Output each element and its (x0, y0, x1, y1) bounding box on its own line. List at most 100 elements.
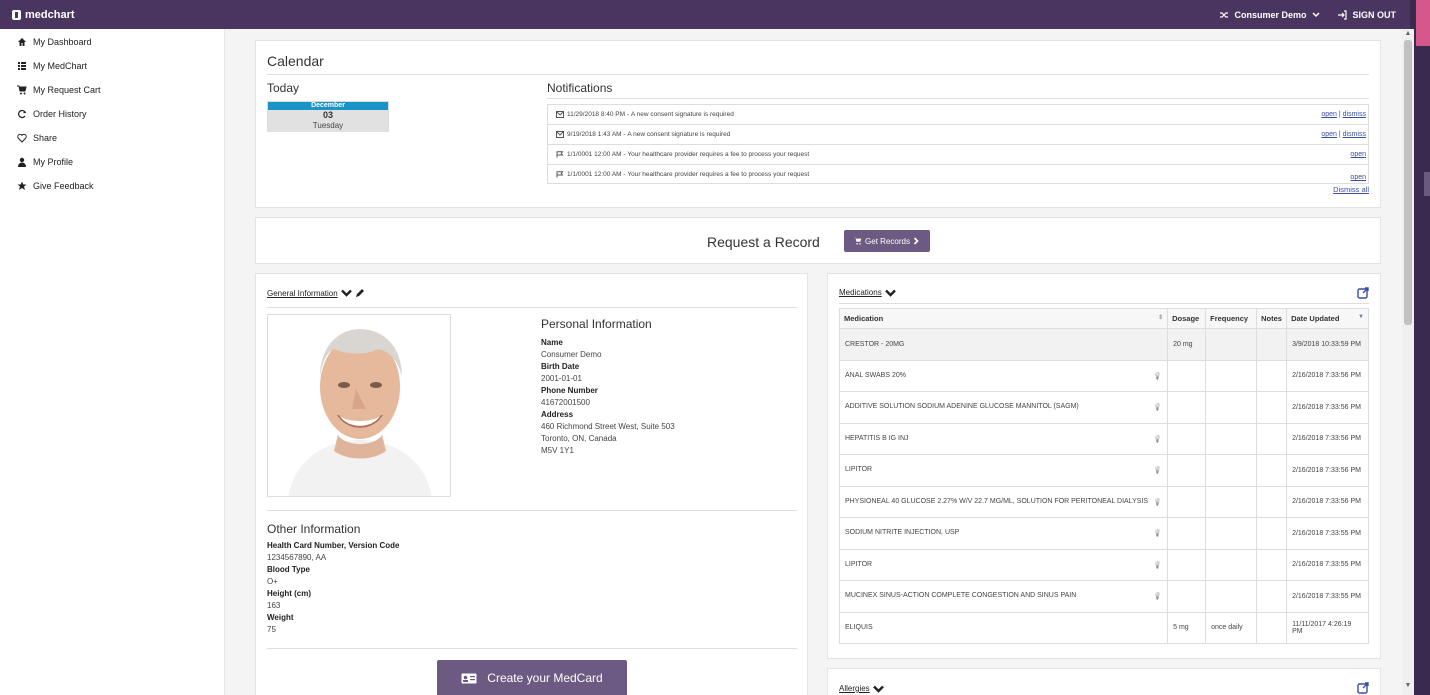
user-switcher[interactable]: Consumer Demo (1219, 10, 1321, 20)
calendar-date-widget[interactable]: December 03 Tuesday (267, 101, 389, 132)
cell-frequency (1205, 580, 1258, 613)
notification-dismiss-link[interactable]: dismiss (1343, 111, 1366, 118)
external-link-icon[interactable] (1357, 287, 1369, 299)
top-bar: medchart Consumer Demo SIGN OUT (0, 0, 1410, 29)
sidebar-item-profile[interactable]: My Profile (0, 150, 224, 174)
table-row[interactable]: ELIQUIS 5 mg once daily 11/11/2017 4:26:19 … (838, 611, 1369, 644)
column-header-dosage[interactable]: Dosage (1167, 308, 1207, 329)
cell-text: 2/16/2018 7:33:55 PM (1292, 529, 1361, 537)
cell-text: ANAL SWABS 20% (845, 371, 906, 379)
sidebar-item-feedback[interactable]: Give Feedback (0, 174, 224, 198)
external-link-icon[interactable] (1357, 682, 1369, 694)
sidebar-item-order-history[interactable]: Order History (0, 102, 224, 126)
table-row[interactable]: 💡 ANAL SWABS 20% 2/16/2018 7:33:56 PM (838, 359, 1369, 392)
column-header-medication[interactable]: Medication ⇕ (838, 308, 1169, 329)
table-row[interactable]: CRESTOR - 20MG 20 mg 3/9/2018 10:33:59 PM (838, 328, 1369, 361)
lightbulb-icon[interactable]: 💡 (1153, 529, 1162, 537)
sign-out-button[interactable]: SIGN OUT (1337, 10, 1396, 20)
cell-date: 2/16/2018 7:33:56 PM (1286, 391, 1369, 424)
cell-dosage (1167, 580, 1207, 613)
chevron-down-icon[interactable] (884, 289, 896, 297)
get-records-button[interactable]: Get Records (844, 230, 930, 252)
lightbulb-icon[interactable]: 💡 (1153, 403, 1162, 411)
column-header-notes[interactable]: Notes (1256, 308, 1288, 329)
request-record-title: Request a Record (707, 234, 820, 250)
divider (267, 648, 797, 649)
sidebar-item-label: My Dashboard (33, 37, 92, 47)
dismiss-all-link[interactable]: Dismiss all (1333, 185, 1369, 194)
lightbulb-icon[interactable]: 💡 (1153, 592, 1162, 600)
medications-table: Medication ⇕ Dosage Frequency Notes Date … (838, 308, 1369, 644)
medications-header[interactable]: Medications (839, 288, 896, 297)
create-medcard-label: Create your MedCard (487, 671, 603, 685)
scroll-down-arrow-icon[interactable]: ▼ (1404, 682, 1412, 690)
table-row[interactable]: 💡 SODIUM NITRITE INJECTION, USP 2/16/2018 … (838, 517, 1369, 550)
heart-icon (17, 133, 27, 143)
notification-time: 11/29/2018 8:40 PM (567, 111, 626, 118)
cell-dosage (1167, 454, 1207, 487)
brand[interactable]: medchart (0, 9, 75, 21)
sidebar-item-label: My MedChart (33, 61, 88, 71)
divider (839, 303, 1369, 304)
cell-text: 2/16/2018 7:33:56 PM (1292, 403, 1361, 411)
cell-date: 11/11/2017 4:26:19 PM (1286, 611, 1369, 644)
cell-text: 2/16/2018 7:33:56 PM (1292, 435, 1361, 443)
cell-name: 💡 ANAL SWABS 20% (838, 359, 1169, 392)
cell-dosage (1167, 517, 1207, 550)
allergies-header[interactable]: Allergies (839, 684, 884, 693)
notification-open-link[interactable]: open (1321, 111, 1337, 118)
cell-notes (1256, 517, 1288, 550)
name-label: Name (541, 338, 563, 347)
table-row[interactable]: 💡 ADDITIVE SOLUTION SODIUM ADENINE GLUCOS… (838, 391, 1369, 424)
notification-open-link[interactable]: open (1350, 151, 1366, 158)
lightbulb-icon[interactable]: 💡 (1153, 372, 1162, 380)
notification-open-link[interactable]: open (1321, 131, 1337, 138)
cell-text: 2/16/2018 7:33:56 PM (1292, 466, 1361, 474)
star-icon (17, 181, 27, 190)
table-row[interactable]: 💡 PHYSIONEAL 40 GLUCOSE 2.27% W/V 22.7 MG… (838, 485, 1369, 518)
sort-desc-icon[interactable]: ▼ (1358, 314, 1364, 320)
table-row[interactable]: 💡 MUCINEX SINUS-ACTION COMPLETE CONGESTIO… (838, 580, 1369, 613)
chevron-down-icon (1312, 11, 1321, 17)
cell-notes (1256, 359, 1288, 392)
general-information-header[interactable]: General Information (267, 288, 365, 298)
cell-dosage (1167, 485, 1207, 518)
pencil-icon[interactable] (355, 288, 365, 298)
request-record-panel: Request a Record Get Records (255, 217, 1381, 264)
chevron-down-icon[interactable] (872, 685, 884, 693)
sidebar-item-request-cart[interactable]: My Request Cart (0, 78, 224, 102)
id-card-icon (461, 673, 477, 683)
notification-open-link[interactable]: open (1350, 174, 1366, 181)
address-line-3: M5V 1Y1 (541, 446, 574, 455)
notification-item: 11/29/2018 8:40 PM - A new consent signa… (547, 104, 1369, 124)
lightbulb-icon[interactable]: 💡 (1153, 435, 1162, 443)
cell-dosage: 5 mg (1167, 611, 1207, 644)
sort-icon[interactable]: ⇕ (1158, 314, 1163, 321)
height-label: Height (cm) (267, 589, 311, 598)
sidebar-item-share[interactable]: Share (0, 126, 224, 150)
calendar-day: 03 (268, 110, 388, 121)
lightbulb-icon[interactable]: 💡 (1153, 498, 1162, 506)
sidebar-item-dashboard[interactable]: My Dashboard (0, 30, 224, 54)
create-medcard-button[interactable]: Create your MedCard (437, 660, 627, 695)
scrollbar-thumb[interactable] (1404, 40, 1412, 325)
general-information-panel: General Information Personal Information… (255, 273, 808, 695)
cell-frequency (1205, 548, 1258, 581)
table-row[interactable]: 💡 LIPITOR 2/16/2018 7:33:55 PM (838, 548, 1369, 581)
lightbulb-icon[interactable]: 💡 (1153, 466, 1162, 474)
table-row[interactable]: 💡 LIPITOR 2/16/2018 7:33:56 PM (838, 454, 1369, 487)
table-row[interactable]: 💡 HEPATITIS B IG INJ 2/16/2018 7:33:56 PM (838, 422, 1369, 455)
cell-date: 3/9/2018 10:33:59 PM (1286, 328, 1369, 361)
scroll-up-arrow-icon[interactable]: ▲ (1404, 30, 1412, 38)
cell-name: 💡 HEPATITIS B IG INJ (838, 422, 1169, 455)
notification-dismiss-link[interactable]: dismiss (1343, 131, 1366, 138)
column-header-date-updated[interactable]: Date Updated ▼ (1286, 308, 1369, 329)
cell-text: 11/11/2017 4:26:19 PM (1292, 620, 1352, 635)
chevron-down-icon[interactable] (340, 289, 352, 297)
column-header-frequency[interactable]: Frequency (1205, 308, 1258, 329)
cell-notes (1256, 485, 1288, 518)
lightbulb-icon[interactable]: 💡 (1153, 561, 1162, 569)
notification-text: A new consent signature is required (627, 131, 731, 138)
cell-name: 💡 ADDITIVE SOLUTION SODIUM ADENINE GLUCOS… (838, 391, 1169, 424)
sidebar-item-medchart[interactable]: My MedChart (0, 54, 224, 78)
